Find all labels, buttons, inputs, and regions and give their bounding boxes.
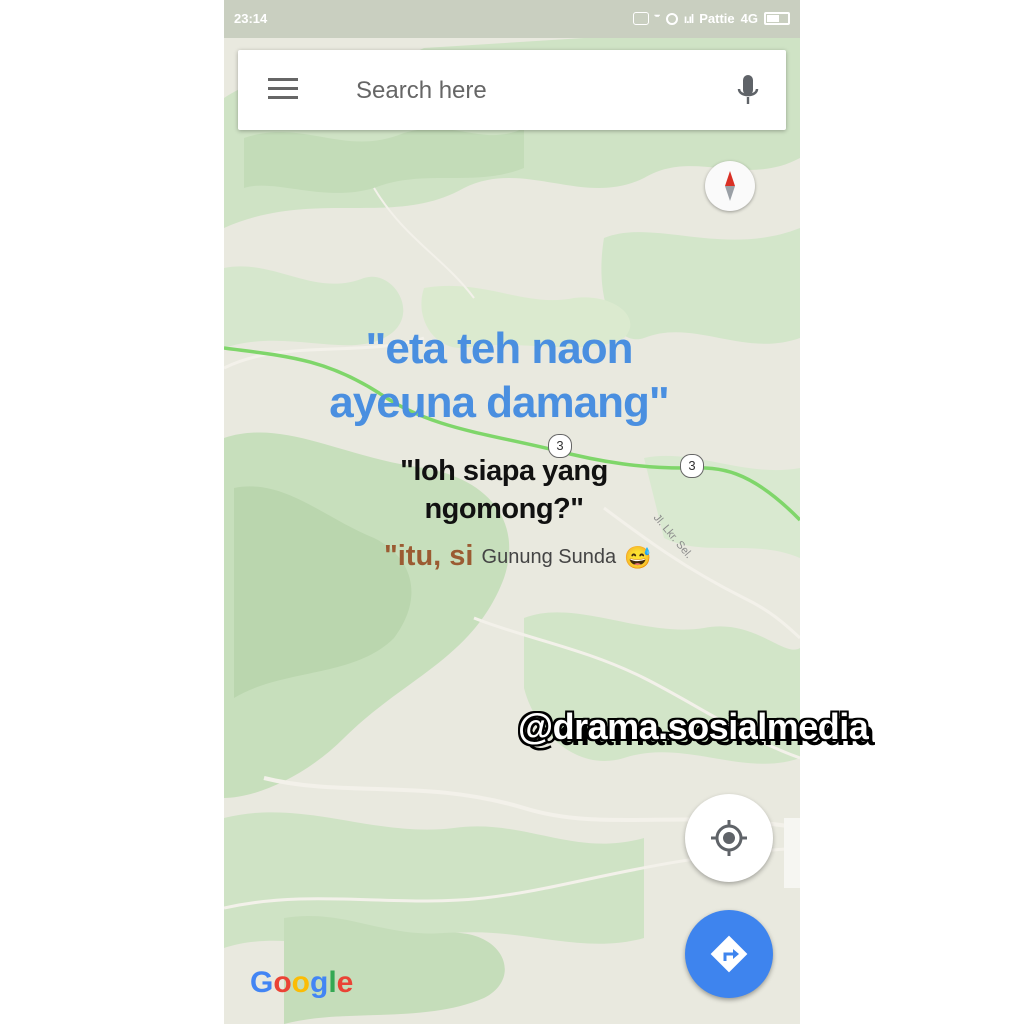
overlay-line: ayeuna damang" — [329, 378, 669, 427]
message-icon — [632, 12, 649, 25]
overlay-quote-brown: "itu, si Gunung Sunda 😅 — [384, 540, 652, 573]
google-logo-letter: g — [310, 966, 329, 999]
status-network: 4G — [740, 11, 758, 26]
status-carrier: Pattie — [699, 11, 735, 26]
google-logo-letter: o — [291, 966, 310, 999]
my-location-button[interactable] — [685, 794, 773, 882]
directions-icon — [710, 935, 748, 973]
signal-icon: ı.ıl — [683, 11, 694, 26]
directions-button[interactable] — [685, 910, 773, 998]
watermark-handle: @drama.sosialmedia — [518, 706, 869, 747]
route-shield-label: 3 — [688, 458, 696, 473]
search-bar — [238, 50, 786, 130]
phone-screen: 3 3 Jl. Lkr. Sel. 23:14 𝄻 ı.ıl Pattie 4G — [224, 0, 800, 1024]
overlay-line: "eta teh naon — [365, 324, 633, 373]
status-bar: 23:14 𝄻 ı.ıl Pattie 4G — [224, 0, 800, 38]
compass-icon — [725, 171, 735, 201]
route-shield: 3 — [680, 454, 704, 478]
overlay-name: Gunung Sunda — [481, 546, 617, 568]
microphone-icon[interactable] — [736, 74, 760, 108]
status-icons: 𝄻 ı.ıl Pattie 4G — [632, 10, 790, 27]
overlay-quote-black: "loh siapa yang ngomong?" — [364, 452, 644, 528]
battery-icon — [764, 12, 790, 25]
menu-icon[interactable] — [268, 78, 298, 100]
google-logo-letter: e — [336, 966, 354, 999]
google-logo: Google — [250, 966, 353, 1000]
overlay-prefix: "itu, si — [384, 540, 474, 572]
route-shield-label: 3 — [556, 438, 564, 453]
status-time: 23:14 — [234, 11, 268, 26]
headphones-icon: 𝄻 — [654, 10, 660, 26]
search-input[interactable] — [354, 72, 688, 110]
compass-button[interactable] — [705, 161, 755, 211]
google-logo-letter: l — [328, 966, 337, 999]
overlay-line: ngomong?" — [424, 493, 584, 525]
google-logo-letter: o — [273, 966, 292, 999]
sweat-emoji-icon: 😅 — [624, 545, 652, 570]
overlay-line: "loh siapa yang — [400, 455, 608, 487]
hotspot-icon — [665, 12, 678, 25]
overlay-quote-blue: "eta teh naon ayeuna damang" — [324, 322, 674, 430]
google-logo-letter: G — [250, 966, 274, 999]
crosshair-icon — [711, 820, 747, 856]
